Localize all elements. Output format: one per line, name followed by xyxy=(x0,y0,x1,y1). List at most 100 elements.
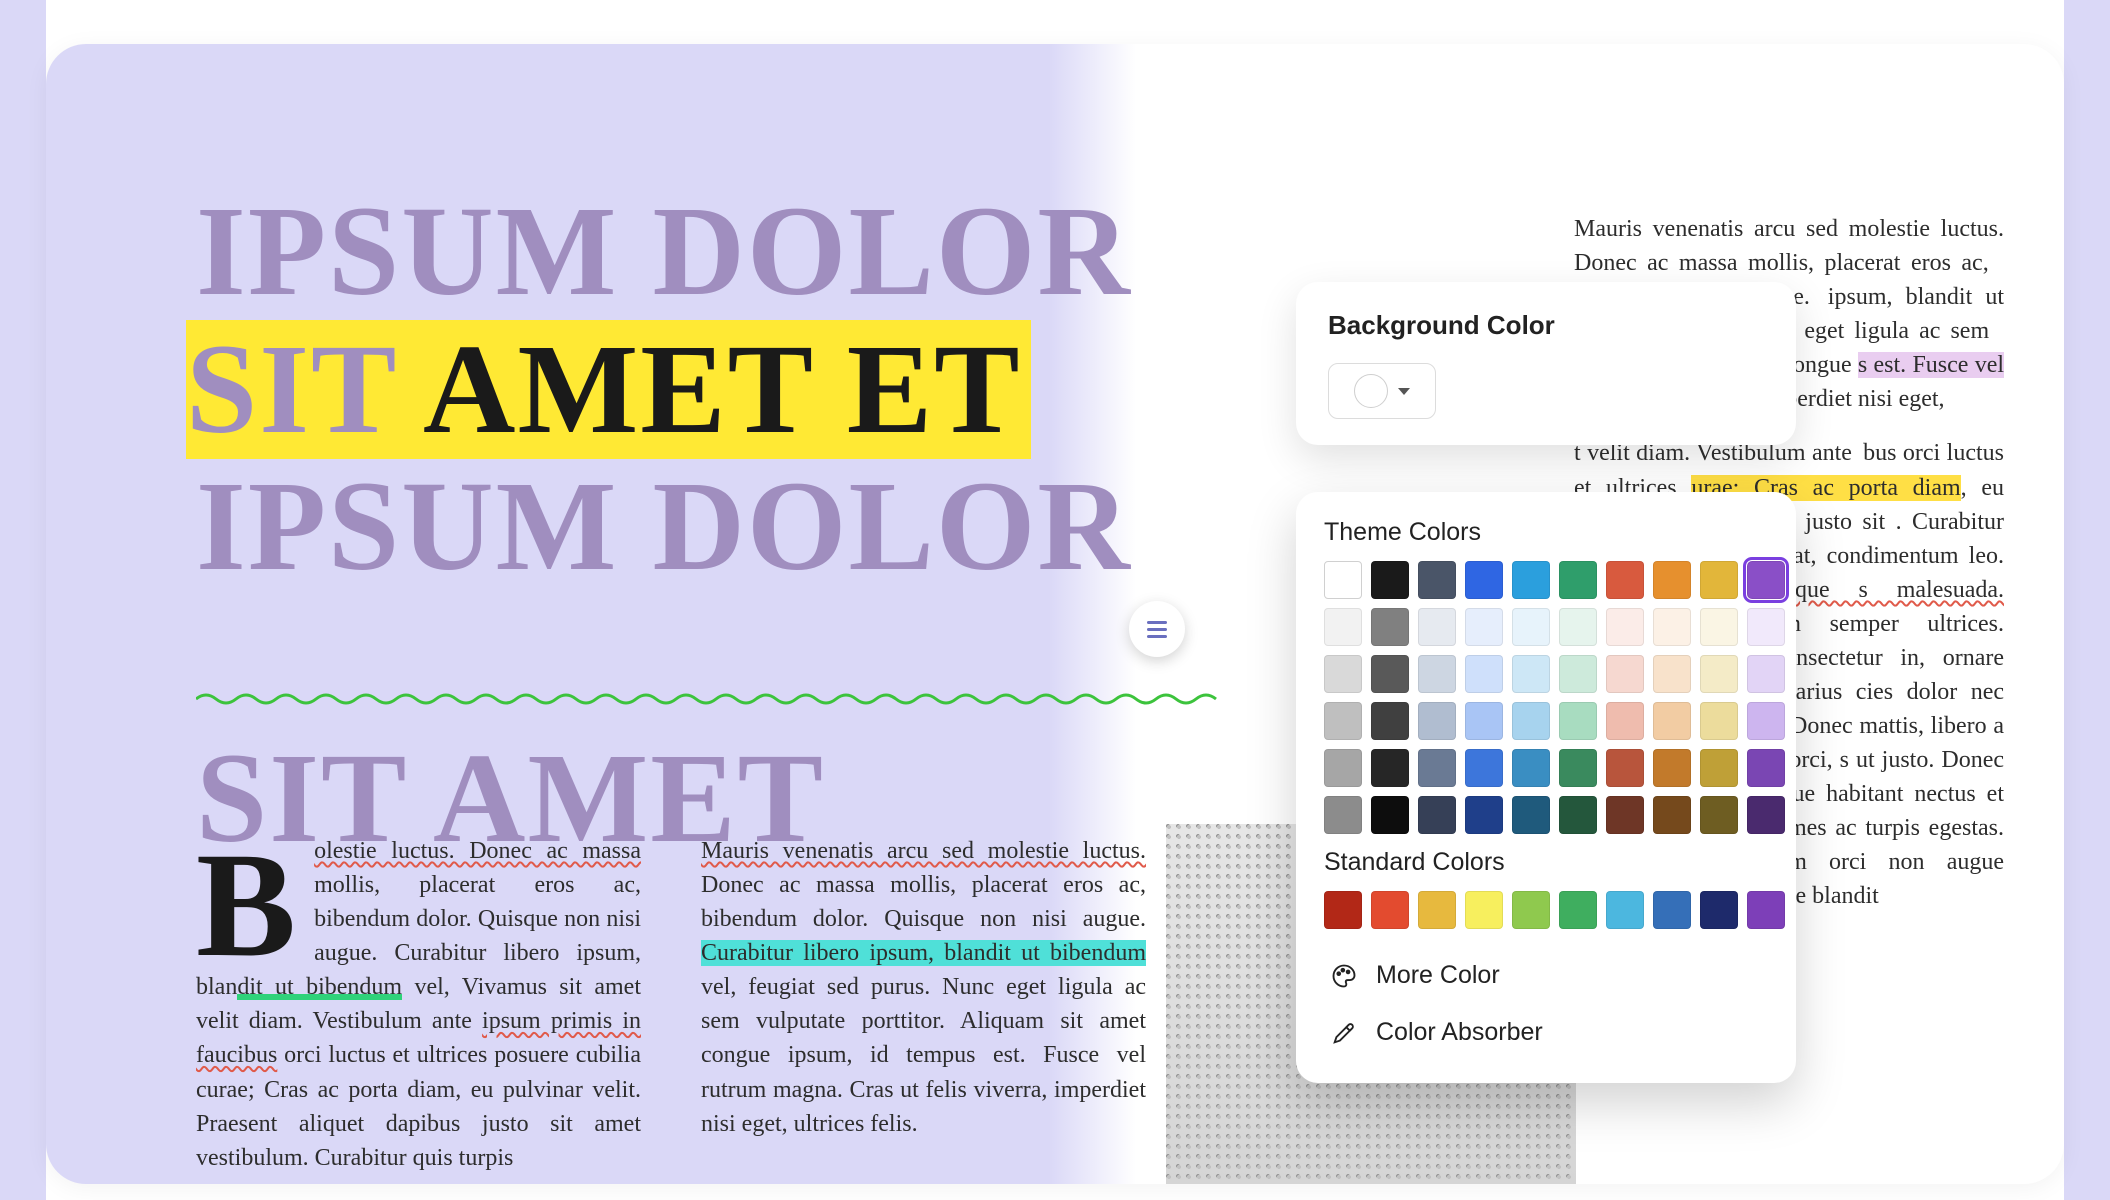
bg-panel-title: Background Color xyxy=(1328,310,1764,341)
theme-swatch[interactable] xyxy=(1324,655,1362,693)
theme-swatch[interactable] xyxy=(1371,702,1409,740)
title-line-2-a: SIT xyxy=(186,318,423,460)
theme-swatch[interactable] xyxy=(1559,702,1597,740)
theme-swatch[interactable] xyxy=(1700,749,1738,787)
standard-swatch[interactable] xyxy=(1465,891,1503,929)
standard-swatch[interactable] xyxy=(1653,891,1691,929)
theme-swatch[interactable] xyxy=(1747,749,1785,787)
theme-swatch[interactable] xyxy=(1512,655,1550,693)
color-absorber-button[interactable]: Color Absorber xyxy=(1324,1004,1768,1061)
theme-swatch[interactable] xyxy=(1371,561,1409,599)
theme-swatch[interactable] xyxy=(1465,655,1503,693)
theme-swatch[interactable] xyxy=(1559,655,1597,693)
theme-swatch[interactable] xyxy=(1606,796,1644,834)
theme-swatch[interactable] xyxy=(1512,749,1550,787)
theme-swatch[interactable] xyxy=(1465,796,1503,834)
standard-swatch[interactable] xyxy=(1512,891,1550,929)
theme-swatch[interactable] xyxy=(1371,608,1409,646)
theme-swatch[interactable] xyxy=(1418,655,1456,693)
theme-swatch[interactable] xyxy=(1418,749,1456,787)
theme-swatch[interactable] xyxy=(1371,749,1409,787)
theme-swatch[interactable] xyxy=(1418,796,1456,834)
theme-swatch[interactable] xyxy=(1653,608,1691,646)
theme-swatch[interactable] xyxy=(1324,608,1362,646)
theme-swatch[interactable] xyxy=(1606,655,1644,693)
theme-swatch[interactable] xyxy=(1512,796,1550,834)
theme-swatch[interactable] xyxy=(1559,796,1597,834)
body-text: Mauris venenatis arcu sed molestie luctu… xyxy=(701,838,1146,864)
body-col-2: Mauris venenatis arcu sed molestie luctu… xyxy=(701,834,1146,1175)
theme-swatch[interactable] xyxy=(1747,608,1785,646)
theme-swatch[interactable] xyxy=(1747,655,1785,693)
theme-swatch[interactable] xyxy=(1418,702,1456,740)
standard-swatch[interactable] xyxy=(1700,891,1738,929)
theme-swatch[interactable] xyxy=(1324,561,1362,599)
standard-swatch[interactable] xyxy=(1747,891,1785,929)
title-line-2-b: AMET ET xyxy=(423,318,1021,460)
theme-swatch[interactable] xyxy=(1606,608,1644,646)
palette-icon xyxy=(1330,962,1358,990)
theme-swatch[interactable] xyxy=(1418,608,1456,646)
body-columns-left: B olestie luctus. Donec ac massa mollis,… xyxy=(196,834,1146,1175)
bg-color-dropdown[interactable] xyxy=(1328,363,1436,419)
theme-swatch[interactable] xyxy=(1465,561,1503,599)
document-title: IPSUM DOLOR SIT AMET ET IPSUM DOLOR SIT … xyxy=(196,184,1256,866)
theme-color-grid xyxy=(1324,561,1768,834)
more-color-button[interactable]: More Color xyxy=(1324,947,1768,1004)
theme-swatch[interactable] xyxy=(1324,796,1362,834)
theme-swatch[interactable] xyxy=(1324,749,1362,787)
theme-swatch[interactable] xyxy=(1747,561,1785,599)
theme-swatch[interactable] xyxy=(1700,655,1738,693)
theme-swatch[interactable] xyxy=(1465,608,1503,646)
theme-swatch[interactable] xyxy=(1371,796,1409,834)
current-bg-swatch xyxy=(1354,374,1388,408)
theme-swatch[interactable] xyxy=(1559,561,1597,599)
overlay-drag-handle[interactable] xyxy=(1129,601,1185,657)
theme-swatch[interactable] xyxy=(1371,655,1409,693)
editor-card: IPSUM DOLOR SIT AMET ET IPSUM DOLOR SIT … xyxy=(46,44,2064,1184)
theme-swatch[interactable] xyxy=(1653,561,1691,599)
theme-swatch[interactable] xyxy=(1465,702,1503,740)
theme-swatch[interactable] xyxy=(1653,749,1691,787)
color-picker-popover: Theme Colors Standard Colors More Color … xyxy=(1296,492,1796,1083)
theme-swatch[interactable] xyxy=(1700,608,1738,646)
standard-swatch[interactable] xyxy=(1418,891,1456,929)
standard-swatch[interactable] xyxy=(1606,891,1644,929)
standard-colors-label: Standard Colors xyxy=(1324,848,1768,877)
theme-swatch[interactable] xyxy=(1559,608,1597,646)
body-text: vel, feugiat sed purus. Nunc eget ligula… xyxy=(701,974,1146,1136)
theme-swatch[interactable] xyxy=(1653,655,1691,693)
theme-swatch[interactable] xyxy=(1418,561,1456,599)
theme-swatch[interactable] xyxy=(1606,561,1644,599)
theme-swatch[interactable] xyxy=(1512,608,1550,646)
theme-swatch[interactable] xyxy=(1512,702,1550,740)
title-highlight: SIT AMET ET xyxy=(186,320,1031,460)
theme-swatch[interactable] xyxy=(1700,796,1738,834)
standard-swatch[interactable] xyxy=(1559,891,1597,929)
background-color-panel: Background Color xyxy=(1296,282,1796,445)
theme-swatch[interactable] xyxy=(1653,702,1691,740)
body-text: olestie luctus. Donec ac massa xyxy=(314,838,641,864)
theme-swatch[interactable] xyxy=(1700,702,1738,740)
standard-swatch[interactable] xyxy=(1324,891,1362,929)
theme-swatch[interactable] xyxy=(1606,702,1644,740)
body-text: Donec ac massa mollis, placerat eros ac,… xyxy=(701,872,1146,932)
theme-swatch[interactable] xyxy=(1747,796,1785,834)
theme-swatch[interactable] xyxy=(1606,749,1644,787)
theme-swatch[interactable] xyxy=(1747,702,1785,740)
title-line-1: IPSUM DOLOR xyxy=(196,184,1256,320)
menu-icon xyxy=(1147,621,1167,638)
theme-swatch[interactable] xyxy=(1465,749,1503,787)
theme-swatch[interactable] xyxy=(1559,749,1597,787)
theme-swatch[interactable] xyxy=(1653,796,1691,834)
theme-swatch[interactable] xyxy=(1512,561,1550,599)
theme-swatch[interactable] xyxy=(1324,702,1362,740)
theme-swatch[interactable] xyxy=(1700,561,1738,599)
body-col-1: B olestie luctus. Donec ac massa mollis,… xyxy=(196,834,641,1175)
more-color-label: More Color xyxy=(1376,961,1500,990)
dropcap: B xyxy=(196,834,314,967)
standard-swatch[interactable] xyxy=(1371,891,1409,929)
chevron-down-icon xyxy=(1398,388,1410,395)
eyedropper-icon xyxy=(1330,1019,1358,1047)
color-absorber-label: Color Absorber xyxy=(1376,1018,1543,1047)
